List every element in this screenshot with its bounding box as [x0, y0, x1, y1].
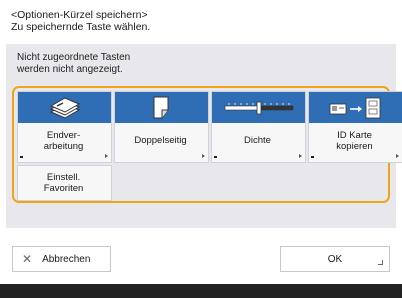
options-panel: Nicht zugeordnete Tasten werden nicht an…: [6, 44, 402, 228]
ok-button[interactable]: OK: [280, 246, 390, 272]
key-two-sided-arrow-icon: [202, 154, 205, 158]
key-two-sided-icon-area: [115, 92, 208, 123]
finishing-icon: [49, 96, 80, 119]
key-id-card-copy-arrow-icon: [396, 154, 399, 158]
key-density-left-mark: [214, 156, 217, 158]
cancel-button[interactable]: ✕ Abbrechen: [12, 246, 111, 272]
key-density-arrow-icon: [299, 154, 302, 158]
bottom-bar: [0, 284, 402, 298]
key-finishing-left-mark: [20, 156, 23, 158]
ok-button-label: OK: [327, 253, 343, 265]
key-density[interactable]: Dichte: [211, 91, 306, 163]
id-card-copy-icon: [329, 97, 380, 118]
key-id-card-copy-icon-area: [309, 92, 402, 123]
ok-corner-mark-icon: [378, 260, 383, 265]
key-finishing-arrow-icon: [105, 154, 108, 158]
key-density-icon-area: [212, 92, 305, 123]
key-id-card-copy[interactable]: ID Karte kopieren: [308, 91, 402, 163]
key-finishing[interactable]: Endver- arbeitung: [17, 91, 112, 163]
key-id-card-copy-left-mark: [311, 156, 314, 158]
close-icon: ✕: [22, 252, 33, 266]
key-density-label: Dichte: [244, 135, 271, 146]
key-finishing-icon-area: [18, 92, 111, 123]
cancel-button-label: Abbrechen: [42, 253, 91, 265]
density-slider-icon: [224, 101, 293, 114]
key-favorite-settings[interactable]: Einstell. Favoriten: [17, 165, 112, 201]
hint-line-2: werden nicht angezeigt.: [17, 64, 123, 75]
key-two-sided-label: Doppelseitig: [134, 135, 187, 146]
key-finishing-label: Endver- arbeitung: [43, 129, 84, 152]
two-sided-icon: [153, 96, 168, 118]
key-id-card-copy-label: ID Karte kopieren: [336, 129, 373, 152]
key-favorite-settings-label: Einstell. Favoriten: [43, 172, 84, 194]
title-line-2: Zu speichernde Taste wählen.: [11, 21, 151, 33]
hint-line-1: Nicht zugeordnete Tasten: [17, 52, 131, 63]
key-two-sided[interactable]: Doppelseitig: [114, 91, 209, 163]
